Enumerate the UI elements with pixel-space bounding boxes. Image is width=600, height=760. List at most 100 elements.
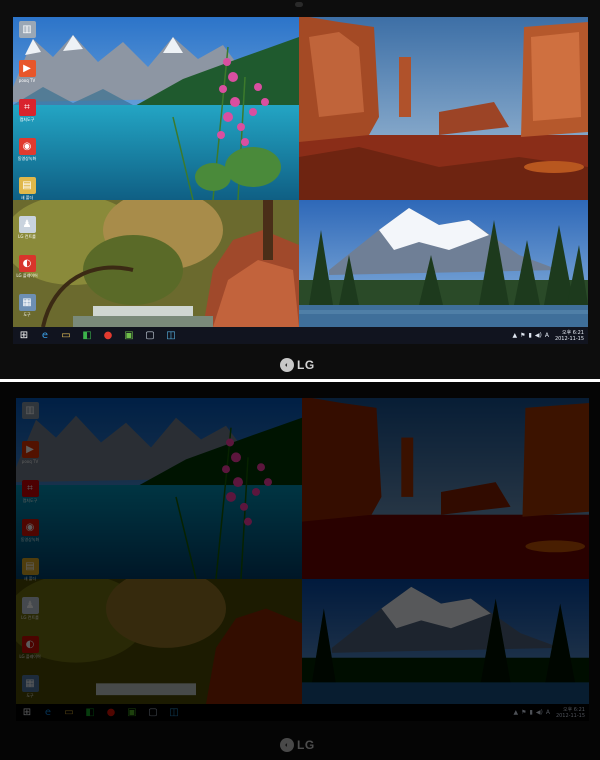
photo-button[interactable]: ▣ [121, 329, 137, 343]
tray-icon-2[interactable]: ▮ [529, 332, 532, 339]
desktop-icon-user-app-dim[interactable]: ♟ LG 컨트롤 [18, 597, 42, 620]
clock-date: 2012-11-15 [554, 335, 584, 342]
taskbar-buttons-dim: ⊞ e ▭ ◧ ● ▣ ▢ ◫ [16, 704, 182, 721]
brand-badge: ◐ LG [280, 358, 315, 372]
desktop-icon-label-dim: 동영상녹화 [20, 537, 40, 542]
user-app-icon: ♟ [18, 216, 36, 233]
desktop-icon-label-dim: 도구 [26, 693, 34, 698]
desert-image-dim [302, 398, 589, 579]
media-button[interactable]: ● [100, 329, 116, 343]
brand-badge-dim: ◐ LG [280, 738, 315, 752]
folder-icon: ▤ [18, 177, 36, 194]
taskbar-buttons: ⊞ e ▭ ◧ ● ▣ ▢ ◫ [13, 327, 179, 344]
wallpaper-forest-dim [16, 579, 302, 704]
desktop-icon-folder[interactable]: ▤ 새 폴더 [15, 177, 39, 200]
desktop-icon-label: pooq TV [18, 78, 36, 83]
media-app-icon: ◐ [18, 255, 36, 272]
tray-icons-dim: ▲ ⚑ ▮ ◀) A [514, 709, 550, 716]
explorer-button[interactable]: ▭ [58, 329, 74, 343]
capture-app-icon: ⌗ [18, 99, 36, 116]
lg-logo-icon-dim: ◐ [280, 738, 294, 752]
mountain-image [299, 200, 588, 327]
desktop-icon-user-app[interactable]: ♟ LG 컨트롤 [15, 216, 39, 239]
wallpaper-collage-dim: ▥ ▶ pooq TV ⌗ 캡처도구 ◉ 동영상녹화 ▤ 새 폴더 ♟ LG 컨트롤 ◐ LG 플레이어… [16, 398, 589, 721]
desktop-icon-media-app-dim[interactable]: ◐ LG 플레이어 [18, 636, 42, 659]
monitor-dim: ▥ ▶ pooq TV ⌗ 캡처도구 ◉ 동영상녹화 ▤ 새 폴더 ♟ LG 컨트롤 ◐ LG 플레이어… [0, 382, 600, 760]
wallpaper-mountain-dim [302, 579, 589, 704]
recording-app-icon: ◉ [18, 138, 36, 155]
desktop-icon-recycle-bin-dim[interactable]: ▥ [18, 402, 42, 420]
wallpaper-mountain [299, 200, 588, 327]
wallpaper-lake-dim [16, 398, 302, 579]
recycle-bin-icon: ▥ [18, 21, 36, 38]
taskbar-dim: ⊞ e ▭ ◧ ● ▣ ▢ ◫ ▲ ⚑ ▮ ◀) A 오후 6:21 2012-11-15 [16, 704, 589, 721]
desktop-icon-recording-app[interactable]: ◉ 동영상녹화 [15, 138, 39, 161]
tray-icon-1-dim[interactable]: ⚑ [521, 709, 526, 716]
desktop-icon-label: 동영상녹화 [17, 156, 37, 161]
wallpaper-collage [13, 17, 588, 344]
tray-icon-4[interactable]: A [545, 332, 549, 339]
remote-button-dim[interactable]: ◫ [166, 706, 182, 720]
capture-app-icon-dim: ⌗ [21, 480, 39, 497]
lake-image-dim [16, 398, 302, 579]
wallpaper-lake [13, 17, 299, 200]
store-button-dim[interactable]: ◧ [82, 706, 98, 720]
desktop-screen-dim: ▥ ▶ pooq TV ⌗ 캡처도구 ◉ 동영상녹화 ▤ 새 폴더 ♟ LG 컨트롤 ◐ LG 플레이어… [16, 398, 589, 721]
window-button[interactable]: ▢ [142, 329, 158, 343]
remote-button[interactable]: ◫ [163, 329, 179, 343]
tool-app-icon: ▦ [18, 294, 36, 311]
folder-icon-dim: ▤ [21, 558, 39, 575]
media-button-dim[interactable]: ● [103, 706, 119, 720]
tray-icon-2-dim[interactable]: ▮ [530, 709, 533, 716]
system-tray: ▲ ⚑ ▮ ◀) A 오후 6:21 2012-11-15 [513, 328, 584, 343]
desktop-screen: ▥ ▶ pooq TV ⌗ 캡처도구 ◉ 동영상녹화 ▤ 새 폴더 ♟ LG 컨트롤 ◐ LG 플레이어… [13, 17, 588, 344]
photo-button-dim[interactable]: ▣ [124, 706, 140, 720]
taskbar-clock-dim[interactable]: 오후 6:21 2012-11-15 [556, 707, 585, 719]
tray-icon-1[interactable]: ⚑ [520, 332, 525, 339]
ie-button[interactable]: e [37, 329, 53, 343]
ie-button-dim[interactable]: e [40, 706, 56, 720]
mountain-image-dim [302, 579, 589, 704]
desktop-icon-tool-app[interactable]: ▦ 도구 [15, 294, 39, 317]
tool-app-icon-dim: ▦ [21, 675, 39, 692]
system-tray-dim: ▲ ⚑ ▮ ◀) A 오후 6:21 2012-11-15 [514, 705, 585, 720]
store-button[interactable]: ◧ [79, 329, 95, 343]
desktop-icon-tool-app-dim[interactable]: ▦ 도구 [18, 675, 42, 698]
start-button-dim[interactable]: ⊞ [19, 706, 35, 720]
tray-icon-3-dim[interactable]: ◀) [536, 709, 543, 716]
desktop-icon-label-dim: pooq TV [21, 459, 39, 464]
wallpaper-desert-dim [302, 398, 589, 579]
desktop-icon-label: LG 플레이어 [16, 273, 38, 278]
lg-logo-icon: ◐ [280, 358, 294, 372]
taskbar-clock[interactable]: 오후 6:21 2012-11-15 [555, 330, 584, 342]
recycle-bin-icon-dim: ▥ [21, 402, 39, 419]
start-button[interactable]: ⊞ [16, 329, 32, 343]
desktop-icon-capture-app[interactable]: ⌗ 캡처도구 [15, 99, 39, 122]
desktop-icon-label-dim: 캡처도구 [22, 498, 38, 503]
desktop-icon-recording-app-dim[interactable]: ◉ 동영상녹화 [18, 519, 42, 542]
tray-icon-4-dim[interactable]: A [546, 709, 550, 716]
brand-text: LG [297, 358, 315, 372]
desktop-icon-pooq-tv-dim[interactable]: ▶ pooq TV [18, 441, 42, 464]
window-button-dim[interactable]: ▢ [145, 706, 161, 720]
wallpaper-desert [299, 17, 588, 200]
desktop-icon-label-dim: LG 플레이어 [19, 654, 41, 659]
tray-icon-0[interactable]: ▲ [513, 332, 518, 339]
desktop-icon-capture-app-dim[interactable]: ⌗ 캡처도구 [18, 480, 42, 503]
tray-icon-0-dim[interactable]: ▲ [514, 709, 519, 716]
forest-image [13, 200, 299, 327]
desktop-icon-recycle-bin[interactable]: ▥ [15, 21, 39, 39]
desktop-icon-folder-dim[interactable]: ▤ 새 폴더 [18, 558, 42, 581]
clock-date-dim: 2012-11-15 [555, 712, 585, 719]
tray-icon-3[interactable]: ◀) [535, 332, 542, 339]
lake-image [13, 17, 299, 200]
desktop-icon-label: 캡처도구 [19, 117, 35, 122]
pooq-tv-icon-dim: ▶ [21, 441, 39, 458]
explorer-button-dim[interactable]: ▭ [61, 706, 77, 720]
tray-icons: ▲ ⚑ ▮ ◀) A [513, 332, 549, 339]
desktop-icon-label: 새 폴더 [20, 195, 34, 200]
forest-image-dim [16, 579, 302, 704]
desktop-icon-media-app[interactable]: ◐ LG 플레이어 [15, 255, 39, 278]
desktop-icon-pooq-tv[interactable]: ▶ pooq TV [15, 60, 39, 83]
monitor-bright: ▥ ▶ pooq TV ⌗ 캡처도구 ◉ 동영상녹화 ▤ 새 폴더 ♟ LG 컨트롤 ◐ LG 플레이어… [0, 0, 600, 380]
